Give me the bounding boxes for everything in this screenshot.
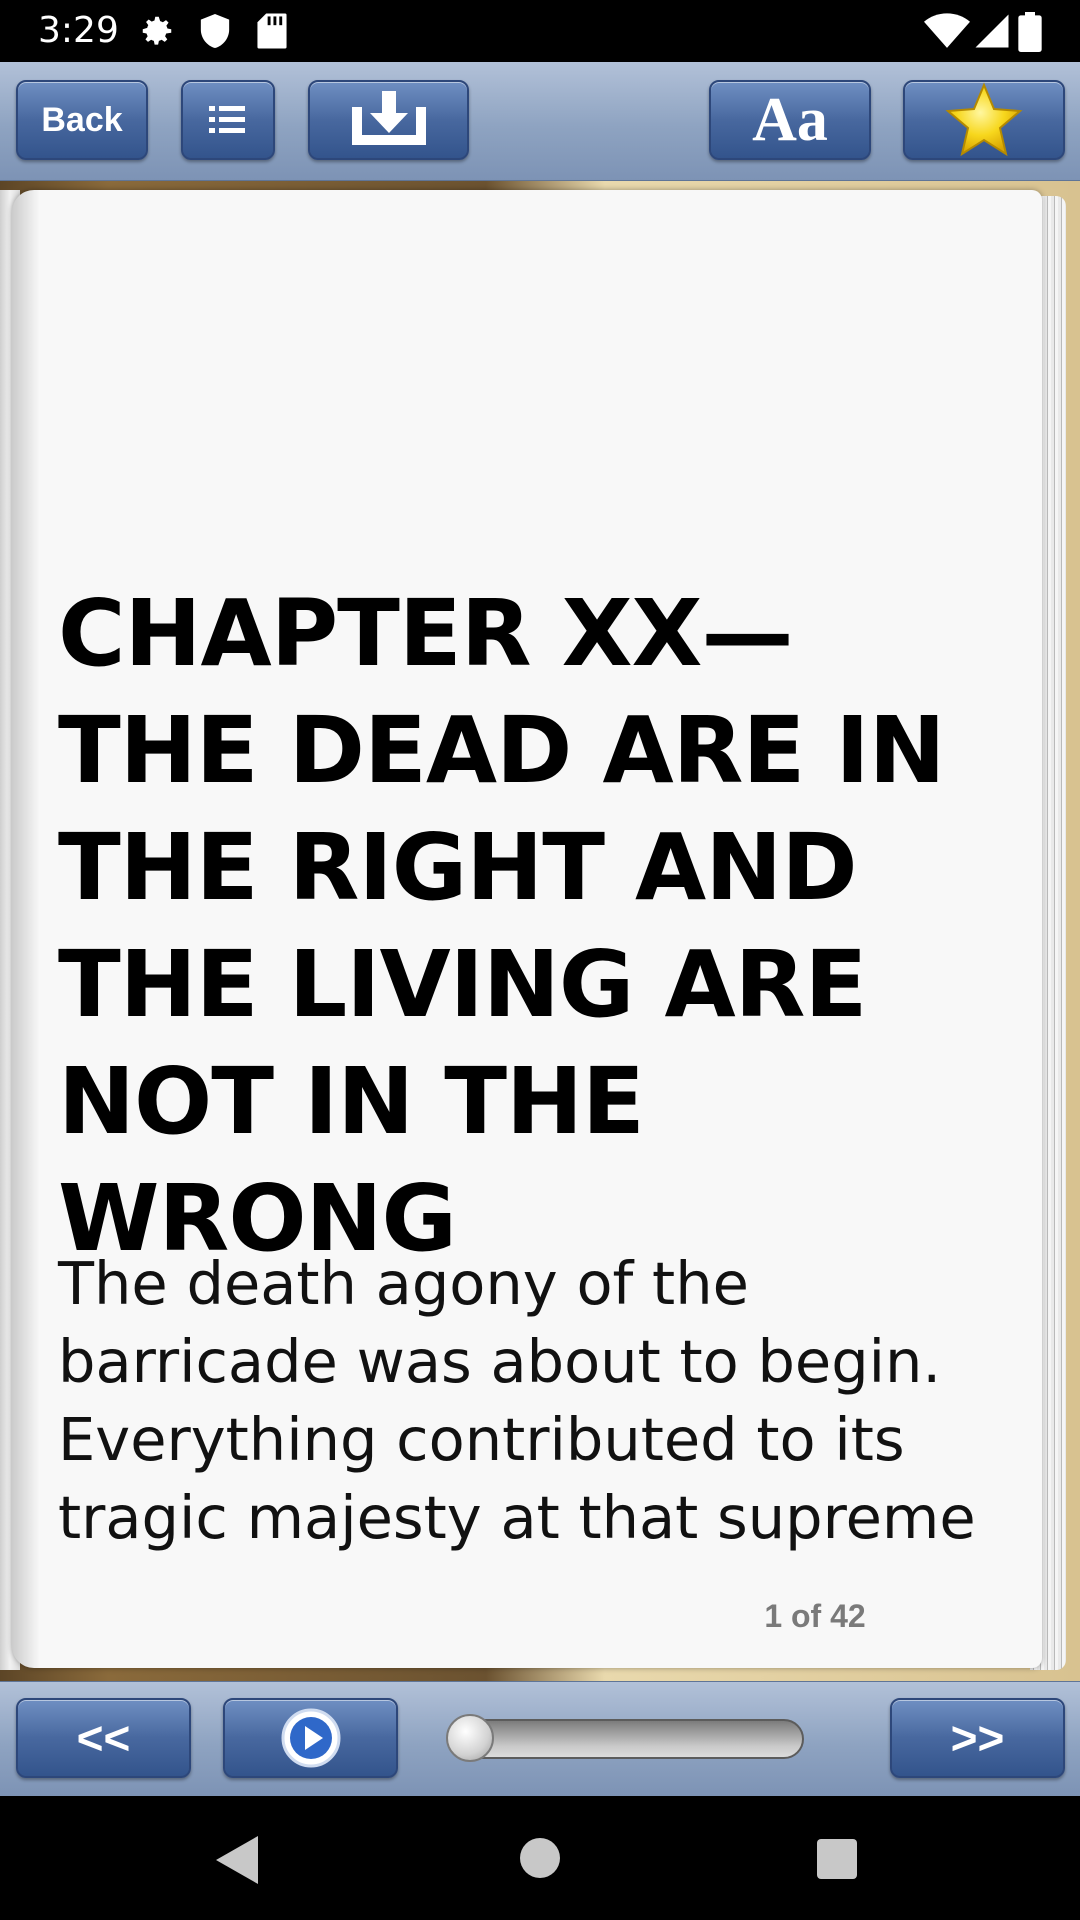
previous-page-button[interactable]: << xyxy=(16,1698,191,1778)
gear-icon xyxy=(142,16,172,45)
reading-progress-thumb[interactable] xyxy=(446,1714,494,1762)
back-button-label: Back xyxy=(41,100,123,139)
status-time: 3:29 xyxy=(38,10,119,51)
table-of-contents-button[interactable] xyxy=(181,80,275,160)
reading-progress-slider[interactable] xyxy=(450,1719,804,1759)
bottom-toolbar: << >> xyxy=(0,1681,1080,1796)
shield-icon xyxy=(200,14,230,48)
play-audio-button[interactable] xyxy=(223,1698,398,1778)
home-nav-icon[interactable] xyxy=(518,1836,562,1880)
page-gutter-shadow xyxy=(12,190,40,1668)
back-nav-icon[interactable] xyxy=(214,1834,260,1886)
download-icon xyxy=(351,91,426,145)
star-icon xyxy=(945,82,1023,157)
back-button[interactable]: Back xyxy=(16,80,148,160)
play-icon xyxy=(281,1708,340,1768)
font-button-label: Aa xyxy=(752,85,828,154)
recents-nav-icon[interactable] xyxy=(816,1838,858,1880)
previous-button-label: << xyxy=(76,1712,131,1764)
download-button[interactable] xyxy=(308,80,469,160)
top-toolbar: Back Aa xyxy=(0,62,1080,181)
system-navigation-bar xyxy=(0,1796,1080,1920)
next-page-button[interactable]: >> xyxy=(890,1698,1065,1778)
status-bar: 3:29 xyxy=(0,0,1080,62)
chapter-title: CHAPTER XX—THE DEAD ARE IN THE RIGHT AND… xyxy=(58,580,946,1272)
list-icon xyxy=(209,106,245,133)
next-button-label: >> xyxy=(950,1712,1005,1764)
page-indicator: 1 of 42 xyxy=(764,1598,866,1634)
wifi-icon xyxy=(924,13,970,48)
battery-icon xyxy=(1018,12,1042,52)
page-body-text: The death agony of the barricade was abo… xyxy=(58,1249,976,1552)
font-settings-button[interactable]: Aa xyxy=(709,80,871,160)
bookmark-button[interactable] xyxy=(903,80,1065,160)
signal-icon xyxy=(975,14,1009,48)
sd-card-icon xyxy=(257,13,287,49)
